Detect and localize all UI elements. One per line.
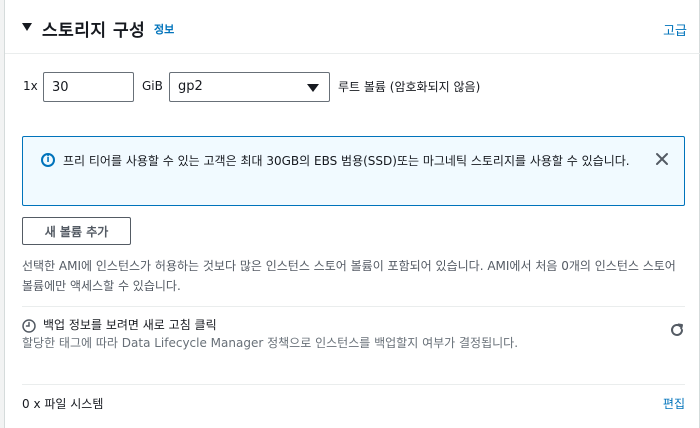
advanced-link[interactable]: 고급 bbox=[663, 20, 687, 39]
volume-type-value: gp2 bbox=[178, 79, 203, 94]
close-icon[interactable] bbox=[654, 151, 670, 167]
volume-type-select[interactable]: gp2 bbox=[169, 72, 330, 102]
caret-down-icon bbox=[307, 84, 319, 92]
add-volume-button[interactable]: 새 볼륨 추가 bbox=[22, 217, 131, 245]
volume-size-input[interactable] bbox=[43, 72, 134, 102]
root-volume-label: 루트 볼륨 (암호화되지 않음) bbox=[338, 80, 481, 94]
info-icon: i bbox=[41, 153, 55, 167]
backup-info-row: 백업 정보를 보려면 새로 고침 클릭 할당한 태그에 따라 Data Life… bbox=[22, 314, 685, 374]
filesystems-label: 0 x 파일 시스템 bbox=[22, 397, 104, 411]
backup-description: 할당한 태그에 따라 Data Lifecycle Manager 정책으로 인… bbox=[22, 336, 519, 350]
root-volume-row: 1x GiB gp2 루트 볼륨 (암호화되지 않음) bbox=[5, 72, 700, 102]
panel-title[interactable]: 스토리지 구성 bbox=[42, 16, 145, 41]
ami-note: 선택한 AMI에 인스턴스가 허용하는 것보다 많은 인스턴스 스토어 볼륨이 … bbox=[22, 259, 676, 293]
refresh-icon[interactable] bbox=[669, 322, 685, 338]
free-tier-alert: i 프리 티어를 사용할 수 있는 고객은 최대 30GB의 EBS 범용(SS… bbox=[22, 136, 685, 206]
divider bbox=[22, 384, 685, 385]
volume-quantity: 1x bbox=[23, 79, 38, 93]
info-link[interactable]: 정보 bbox=[154, 21, 174, 37]
clock-icon bbox=[22, 319, 36, 333]
backup-title: 백업 정보를 보려면 새로 고침 클릭 bbox=[43, 318, 217, 332]
storage-config-panel: 스토리지 구성 정보 고급 1x GiB gp2 루트 볼륨 (암호화되지 않음… bbox=[4, 0, 700, 428]
caret-down-icon[interactable] bbox=[22, 23, 32, 31]
edit-filesystems-link[interactable]: 편집 bbox=[663, 395, 685, 412]
divider bbox=[22, 306, 685, 307]
volume-size-unit: GiB bbox=[142, 79, 163, 93]
panel-header: 스토리지 구성 정보 고급 bbox=[5, 0, 700, 54]
alert-text: 프리 티어를 사용할 수 있는 고객은 최대 30GB의 EBS 범용(SSD)… bbox=[63, 154, 630, 168]
